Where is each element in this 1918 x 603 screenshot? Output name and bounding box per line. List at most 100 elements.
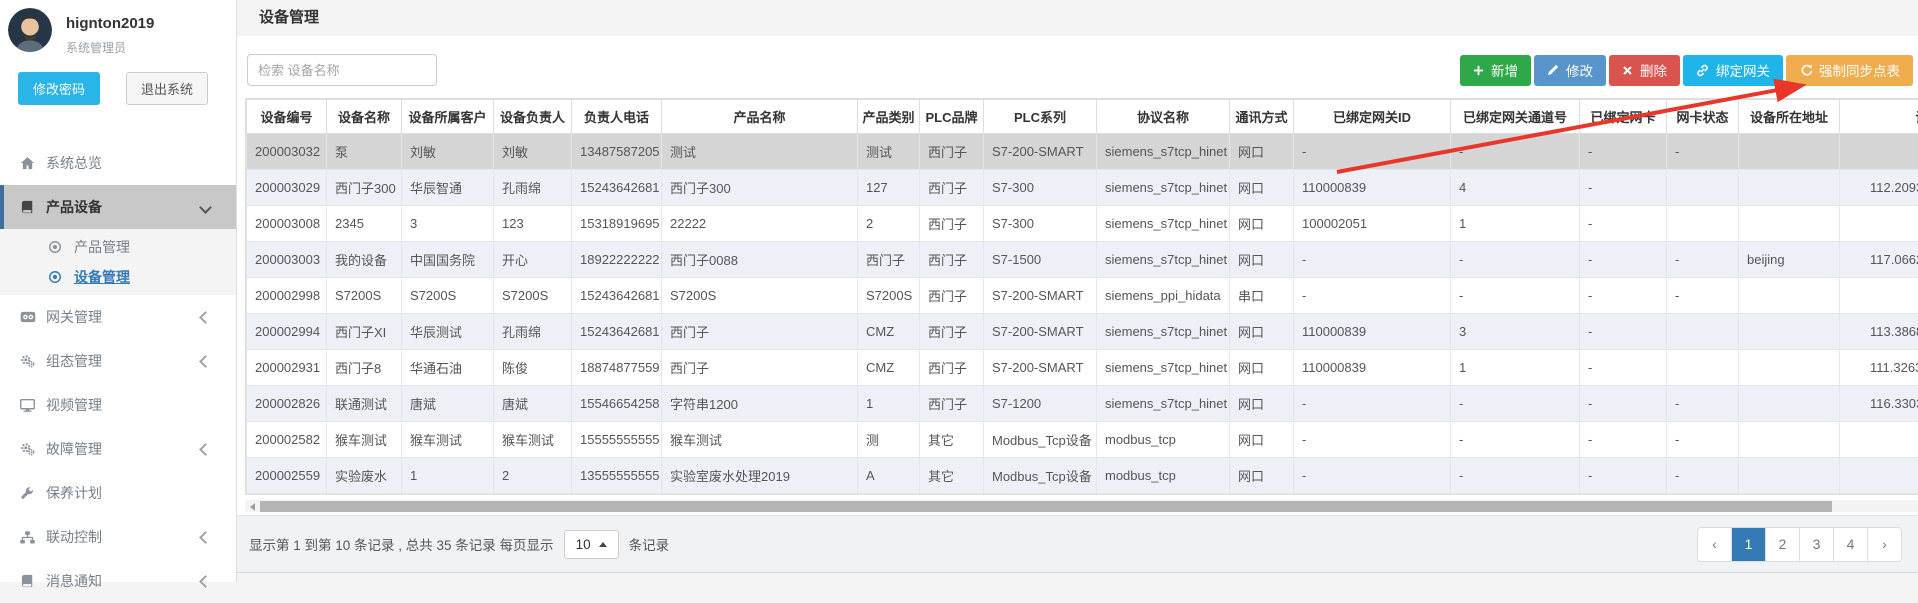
- sidebar-item-gateway-manage[interactable]: 网关管理: [0, 295, 236, 339]
- sidebar-item-device-manage[interactable]: 设备管理: [0, 262, 236, 292]
- table-cell: 西门子0088: [662, 242, 858, 278]
- column-header[interactable]: 设备所在地址: [1739, 100, 1840, 134]
- change-password-button[interactable]: 修改密码: [18, 72, 100, 105]
- table-row[interactable]: 200002998S7200SS7200SS7200S15243642681S7…: [247, 278, 1918, 314]
- column-header[interactable]: 已绑定网关ID: [1294, 100, 1451, 134]
- sidebar-item-product-manage[interactable]: 产品管理: [0, 232, 236, 262]
- table-cell: [1667, 314, 1739, 350]
- force-sync-points-button[interactable]: 强制同步点表: [1786, 55, 1913, 86]
- page-title: 设备管理: [237, 0, 1918, 36]
- column-header[interactable]: 设备所属客户: [402, 100, 494, 134]
- table-cell: 西门子: [920, 242, 984, 278]
- gears-icon: [20, 442, 46, 456]
- column-header[interactable]: 已绑定网关通道号: [1451, 100, 1580, 134]
- table-cell: 西门子: [858, 242, 920, 278]
- scrollbar-thumb[interactable]: [260, 501, 1832, 512]
- logout-button[interactable]: 退出系统: [126, 72, 208, 105]
- table-cell: 华辰智通: [402, 170, 494, 206]
- sidebar-item-config-manage[interactable]: 组态管理: [0, 339, 236, 383]
- user-avatar-icon: [8, 8, 52, 52]
- table-cell: 1: [1451, 350, 1580, 386]
- table-cell: 100002051: [1294, 206, 1451, 242]
- column-header[interactable]: 设备编号: [247, 100, 327, 134]
- pencil-icon: [1547, 64, 1559, 76]
- table-row[interactable]: 200003032泵刘敏刘敏13487587205测试测试西门子S7-200-S…: [247, 134, 1918, 170]
- table-cell: [1667, 170, 1739, 206]
- sidebar-item-linkage-control[interactable]: 联动控制: [0, 515, 236, 559]
- chevron-down-icon: [199, 201, 212, 214]
- table-cell: 实验废水: [327, 458, 402, 494]
- column-header[interactable]: 设备名称: [327, 100, 402, 134]
- button-label: 新增: [1491, 60, 1518, 80]
- column-header[interactable]: 产品名称: [662, 100, 858, 134]
- table-cell: 网口: [1230, 350, 1294, 386]
- table-cell: 西门子: [920, 134, 984, 170]
- sidebar-item-system-overview[interactable]: 系统总览: [0, 141, 236, 185]
- page-button-next[interactable]: ›: [1867, 528, 1901, 561]
- delete-button[interactable]: 删除: [1609, 55, 1680, 86]
- table-cell: 113.3868: [1840, 314, 1918, 350]
- table-cell: -: [1451, 134, 1580, 170]
- table-row[interactable]: 200002559实验废水1213555555555实验室废水处理2019A其它…: [247, 458, 1918, 494]
- column-header[interactable]: 设备负责人: [494, 100, 572, 134]
- bind-gateway-button[interactable]: 绑定网关: [1683, 55, 1783, 86]
- page-button-1[interactable]: 1: [1731, 528, 1765, 561]
- table-cell: 西门子: [920, 350, 984, 386]
- table-row[interactable]: 2000030082345312315318919695222222西门子S7-…: [247, 206, 1918, 242]
- table-cell: 200002826: [247, 386, 327, 422]
- table-row[interactable]: 200003029西门子300华辰智通孔雨绵15243642681西门子3001…: [247, 170, 1918, 206]
- table-cell: 13555555555: [572, 458, 662, 494]
- table-cell: 110000839: [1294, 170, 1451, 206]
- column-header[interactable]: 负责人电话: [572, 100, 662, 134]
- sidebar-item-fault-manage[interactable]: 故障管理: [0, 427, 236, 471]
- gears-icon: [20, 354, 46, 368]
- home-icon: [20, 156, 46, 171]
- table-cell: [1739, 386, 1840, 422]
- table-cell: 西门子: [662, 350, 858, 386]
- table-cell: S7-1200: [984, 386, 1097, 422]
- table-row[interactable]: 200003003我的设备中国国务院开心18922222222西门子0088西门…: [247, 242, 1918, 278]
- table-cell: 1: [1451, 206, 1580, 242]
- column-header[interactable]: 产品类别: [858, 100, 920, 134]
- table-row[interactable]: 200002582猴车测试猴车测试猴车测试15555555555猴车测试测其它M…: [247, 422, 1918, 458]
- page-size-select[interactable]: 10: [564, 530, 619, 559]
- table-row[interactable]: 200002826联通测试唐斌唐斌15546654258字符串12001西门子S…: [247, 386, 1918, 422]
- table-cell: S7-1500: [984, 242, 1097, 278]
- sidebar-item-product-device[interactable]: 产品设备: [0, 185, 236, 229]
- column-header[interactable]: 协议名称: [1097, 100, 1230, 134]
- page-button-2[interactable]: 2: [1765, 528, 1799, 561]
- avatar[interactable]: [8, 8, 52, 52]
- sidebar-item-label: 系统总览: [46, 153, 102, 173]
- table-header-row: 设备编号设备名称设备所属客户设备负责人负责人电话产品名称产品类别PLC品牌PLC…: [247, 100, 1918, 134]
- table-cell: 猴车测试: [662, 422, 858, 458]
- add-button[interactable]: 新增: [1460, 55, 1531, 86]
- table-cell: CMZ: [858, 314, 920, 350]
- column-header[interactable]: 网卡状态: [1667, 100, 1739, 134]
- device-table-wrap: 设备编号设备名称设备所属客户设备负责人负责人电话产品名称产品类别PLC品牌PLC…: [245, 98, 1918, 495]
- table-cell: 中国国务院: [402, 242, 494, 278]
- sidebar-item-maintenance-plan[interactable]: 保养计划: [0, 471, 236, 515]
- table-cell: -: [1580, 242, 1667, 278]
- search-input[interactable]: [247, 54, 437, 86]
- column-header[interactable]: 设备所在经度: [1840, 100, 1918, 134]
- column-header[interactable]: 通讯方式: [1230, 100, 1294, 134]
- scrollbar-left-arrow-icon[interactable]: [245, 500, 259, 513]
- table-cell: 字符串1200: [662, 386, 858, 422]
- column-header[interactable]: PLC系列: [984, 100, 1097, 134]
- column-header[interactable]: 已绑定网卡: [1580, 100, 1667, 134]
- table-cell: [1739, 314, 1840, 350]
- page-button-4[interactable]: 4: [1833, 528, 1867, 561]
- sidebar-item-video-manage[interactable]: 视频管理: [0, 383, 236, 427]
- table-row[interactable]: 200002931西门子8华通石油陈俊18874877559西门子CMZ西门子S…: [247, 350, 1918, 386]
- table-cell: 200002998: [247, 278, 327, 314]
- page-button-prev[interactable]: ‹: [1698, 528, 1731, 561]
- sidebar-item-message-notify[interactable]: 消息通知: [0, 559, 236, 603]
- table-cell: 15243642681: [572, 170, 662, 206]
- column-header[interactable]: PLC品牌: [920, 100, 984, 134]
- button-label: 强制同步点表: [1819, 60, 1900, 80]
- table-cell: 200003003: [247, 242, 327, 278]
- table-row[interactable]: 200002994西门子XI华辰测试孔雨绵15243642681西门子CMZ西门…: [247, 314, 1918, 350]
- page-button-3[interactable]: 3: [1799, 528, 1833, 561]
- table-cell: -: [1294, 278, 1451, 314]
- edit-button[interactable]: 修改: [1534, 55, 1606, 86]
